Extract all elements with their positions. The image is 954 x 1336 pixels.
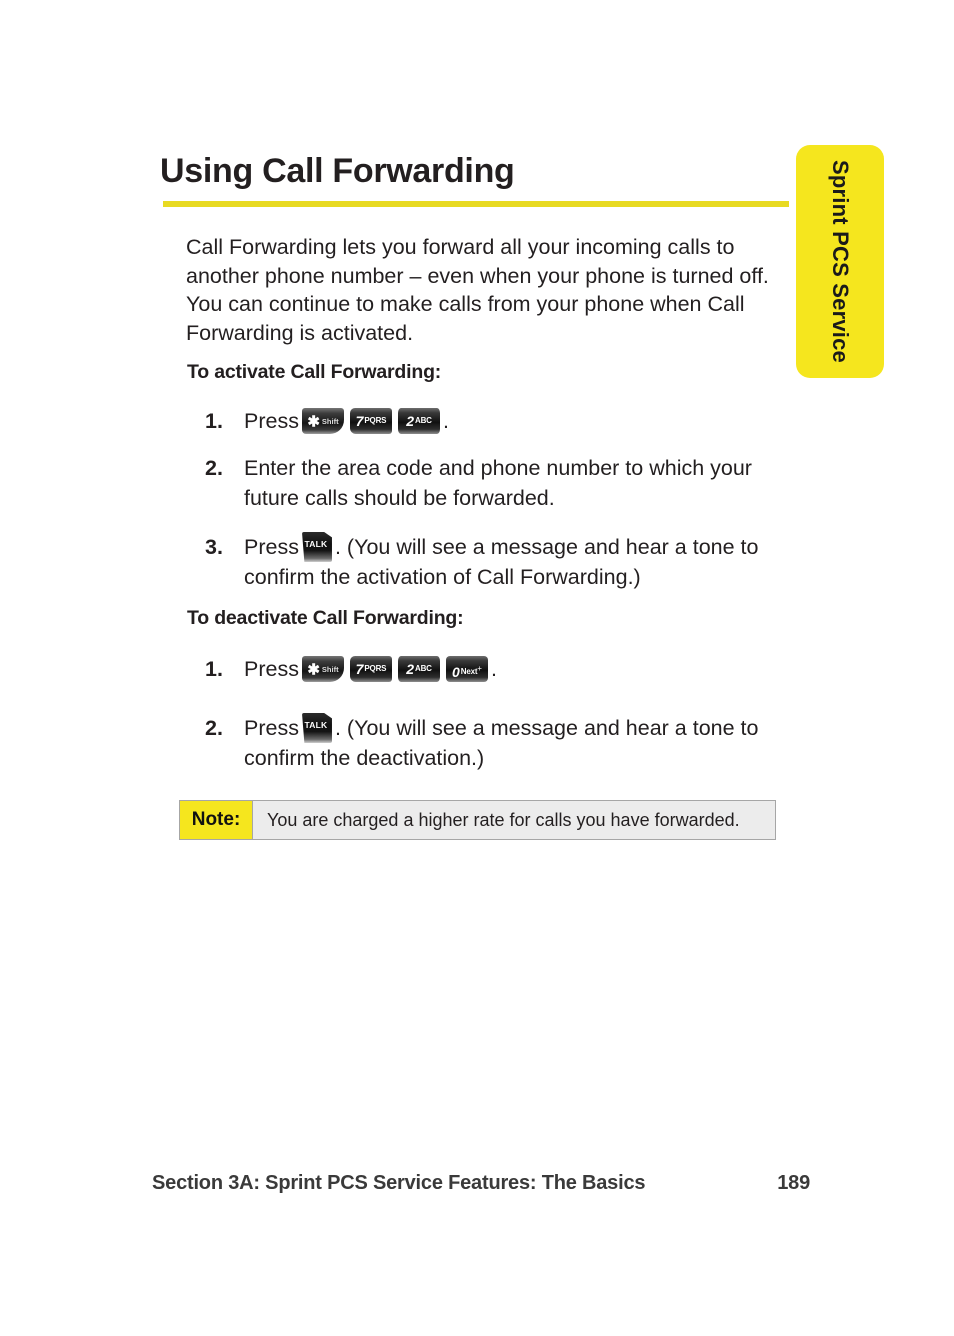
note-text: You are charged a higher rate for calls … [267, 809, 740, 830]
key-7-pqrs-icon: 7PQRS [349, 656, 392, 682]
key-talk-icon: TALK [301, 532, 332, 562]
step-lead-text: Press [244, 409, 299, 433]
page-title: Using Call Forwarding [160, 152, 515, 190]
step-number: 2. [205, 456, 223, 480]
side-thumb-tab: Sprint PCS Service [796, 145, 884, 378]
key-star-shift-icon: ✱ Shift [301, 656, 344, 682]
key-glyph-primary: ✱ [307, 661, 320, 679]
key-glyph-secondary: PQRS [364, 416, 387, 425]
intro-paragraph: Call Forwarding lets you forward all you… [186, 235, 769, 345]
key-7-pqrs-icon: 7PQRS [349, 408, 392, 434]
activate-step-2: 2. Enter the area code and phone number … [205, 453, 785, 513]
deactivate-step-2: 2. Press TALK. (You will see a message an… [205, 713, 785, 773]
side-thumb-tab-label: Sprint PCS Service [828, 160, 853, 363]
title-underline-rule [163, 201, 789, 207]
footer-page-number: 189 [777, 1172, 810, 1194]
step-number: 1. [205, 409, 223, 433]
note-label: Note: [180, 801, 253, 839]
activate-subheading: To activate Call Forwarding: [187, 361, 442, 383]
key-glyph-primary: ✱ [307, 413, 320, 431]
step-text: Press ✱ Shift 7PQRS 2ABC. [244, 406, 785, 436]
key-glyph-secondary: ABC [415, 416, 432, 425]
step-number: 1. [205, 657, 223, 681]
key-glyph-secondary: Next [460, 667, 478, 676]
manual-page: Sprint PCS Service Using Call Forwarding… [0, 0, 954, 1336]
step-text: Enter the area code and phone number to … [244, 456, 752, 510]
page-footer: Section 3A: Sprint PCS Service Features:… [152, 1172, 814, 1195]
step-lead-text: Press [244, 535, 299, 559]
deactivate-subheading: To deactivate Call Forwarding: [187, 607, 464, 629]
activate-step-3: 3. Press TALK. (You will see a message an… [205, 532, 785, 592]
key-glyph-primary: TALK [304, 720, 328, 730]
key-star-shift-icon: ✱ Shift [301, 408, 344, 434]
key-glyph-secondary: Shift [321, 417, 339, 427]
key-glyph-secondary: Shift [321, 665, 339, 675]
key-glyph-secondary: ABC [415, 664, 432, 673]
deactivate-step-1: 1. Press ✱ Shift 7PQRS 2ABC 0Next+. [205, 654, 785, 684]
key-glyph-primary: 0 [451, 664, 460, 680]
key-glyph-primary: 2 [406, 413, 414, 429]
step-text: Press TALK. (You will see a message and h… [244, 713, 785, 773]
key-talk-icon: TALK [301, 713, 332, 743]
key-2-abc-icon: 2ABC [397, 656, 440, 682]
step-text: Press TALK. (You will see a message and h… [244, 532, 785, 592]
key-glyph-primary: TALK [304, 539, 328, 549]
key-0-next-icon: 0Next+ [445, 656, 488, 682]
step-lead-text: Press [244, 657, 299, 681]
activate-step-1: 1. Press ✱ Shift 7PQRS 2ABC. [205, 406, 785, 436]
step-trail-text: . [490, 657, 497, 681]
step-number: 3. [205, 535, 223, 559]
key-glyph-primary: 2 [406, 661, 414, 677]
note-callout: Note: You are charged a higher rate for … [179, 800, 776, 840]
key-glyph-superscript: + [477, 664, 482, 673]
key-glyph-secondary: PQRS [364, 664, 387, 673]
key-2-abc-icon: 2ABC [397, 408, 440, 434]
step-trail-text: . [442, 409, 449, 433]
step-number: 2. [205, 716, 223, 740]
step-lead-text: Press [244, 716, 299, 740]
step-text: Press ✱ Shift 7PQRS 2ABC 0Next+. [244, 654, 785, 684]
footer-section-title: Section 3A: Sprint PCS Service Features:… [152, 1172, 646, 1194]
